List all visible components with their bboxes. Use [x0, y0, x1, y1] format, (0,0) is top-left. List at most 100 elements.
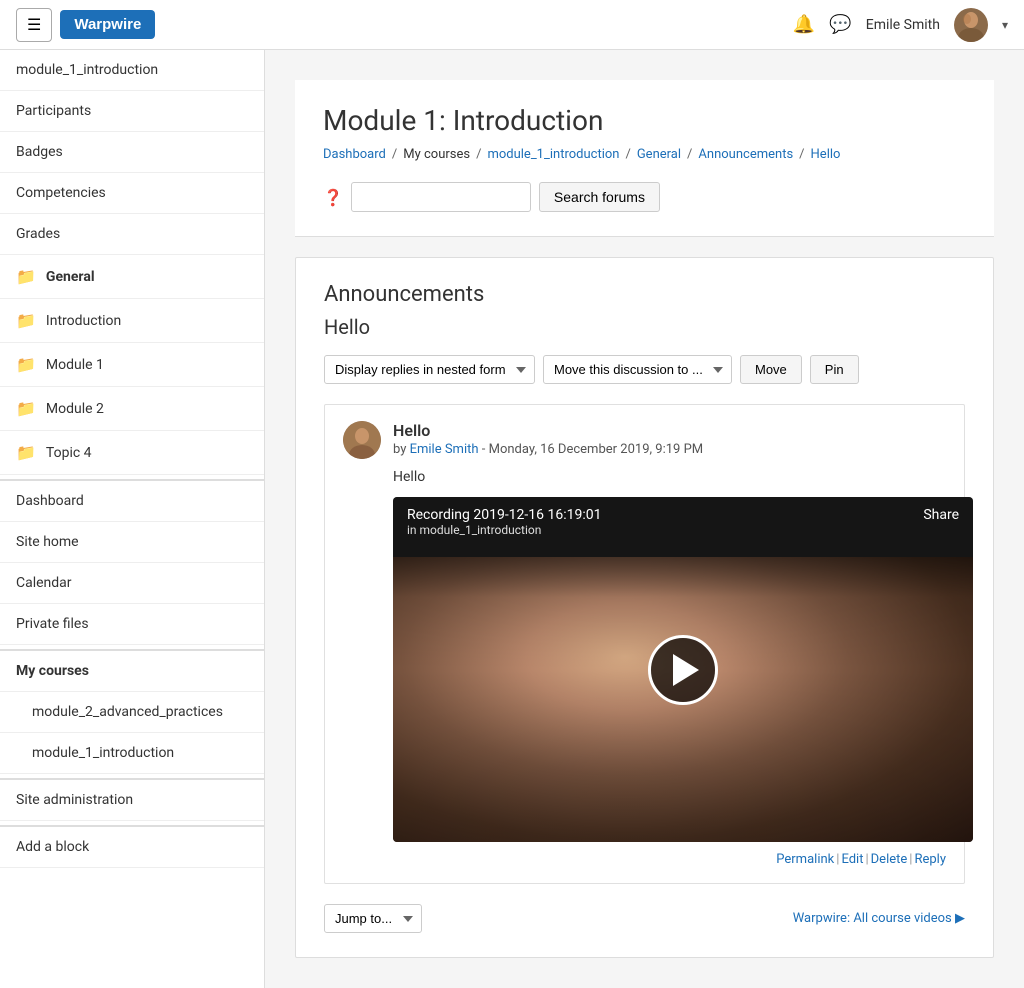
breadcrumb-general[interactable]: General	[637, 147, 681, 162]
messages-icon[interactable]: 💬	[829, 14, 851, 35]
post-content: Hello	[343, 469, 946, 485]
user-dropdown-arrow[interactable]: ▾	[1002, 18, 1008, 32]
sidebar-item-private-files[interactable]: Private files	[0, 604, 264, 645]
video-top-bar: Recording 2019-12-16 16:19:01 in module_…	[393, 497, 973, 547]
breadcrumb-hello[interactable]: Hello	[811, 147, 841, 162]
sidebar-item-label: module_2_advanced_practices	[32, 704, 223, 720]
post-date: Monday, 16 December 2019, 9:19 PM	[489, 442, 704, 457]
page-title-section: Module 1: Introduction Dashboard / My co…	[295, 80, 994, 237]
sidebar-item-grades[interactable]: Grades	[0, 214, 264, 255]
search-forums-button[interactable]: Search forums	[539, 182, 660, 212]
breadcrumb-dashboard[interactable]: Dashboard	[323, 147, 386, 162]
sidebar-item-label: module_1_introduction	[32, 745, 174, 761]
sidebar-item-label: Module 2	[46, 401, 104, 417]
controls-row: Display replies in nested formDisplay re…	[324, 355, 965, 384]
sidebar-item-label: Site administration	[16, 792, 133, 808]
sidebar-item-module-1-intro[interactable]: module_1_introduction	[0, 50, 264, 91]
jump-select[interactable]: Jump to...	[324, 904, 422, 933]
layout: module_1_introduction Participants Badge…	[0, 50, 1024, 988]
breadcrumb-sep: /	[625, 147, 630, 162]
folder-icon: 📁	[16, 399, 36, 418]
hamburger-button[interactable]: ☰	[16, 8, 52, 42]
search-help-icon[interactable]: ❓	[323, 188, 343, 207]
sidebar-item-label: Grades	[16, 226, 60, 242]
avatar[interactable]	[954, 8, 988, 42]
folder-icon: 📁	[16, 311, 36, 330]
sidebar-item-module2[interactable]: 📁 Module 2	[0, 387, 264, 431]
page-title: Module 1: Introduction	[323, 104, 966, 137]
video-share-button[interactable]: Share	[923, 507, 959, 523]
video-play-button[interactable]	[648, 635, 718, 705]
video-container[interactable]: Recording 2019-12-16 16:19:01 in module_…	[393, 497, 973, 842]
sidebar-course-1[interactable]: module_1_introduction	[0, 733, 264, 774]
navbar-left: ☰ Warpwire	[16, 8, 155, 42]
sidebar-item-competencies[interactable]: Competencies	[0, 173, 264, 214]
sidebar-item-label: Topic 4	[46, 445, 92, 461]
search-row: ❓ Search forums	[323, 178, 966, 216]
sidebar-item-badges[interactable]: Badges	[0, 132, 264, 173]
sidebar-item-label: Module 1	[46, 357, 104, 373]
navbar: ☰ Warpwire 🔔 💬 Emile Smith ▾	[0, 0, 1024, 50]
sidebar-add-block[interactable]: Add a block	[0, 827, 264, 868]
sidebar-item-label: module_1_introduction	[16, 62, 158, 78]
sidebar-item-dashboard[interactable]: Dashboard	[0, 481, 264, 522]
breadcrumb-sep: /	[799, 147, 804, 162]
sidebar-item-topic4[interactable]: 📁 Topic 4	[0, 431, 264, 475]
sidebar-item-introduction[interactable]: 📁 Introduction	[0, 299, 264, 343]
discussion-title: Hello	[324, 315, 965, 339]
move-button[interactable]: Move	[740, 355, 802, 384]
navbar-right: 🔔 💬 Emile Smith ▾	[793, 8, 1008, 42]
video-recording-sub: in module_1_introduction	[407, 523, 602, 537]
breadcrumb-sep: /	[687, 147, 692, 162]
post-author-avatar	[343, 421, 381, 459]
sidebar-course-2[interactable]: module_2_advanced_practices	[0, 692, 264, 733]
folder-icon: 📁	[16, 355, 36, 374]
post-author-link[interactable]: Emile Smith	[410, 442, 479, 457]
folder-icon: 📁	[16, 443, 36, 462]
sidebar-my-courses-heading[interactable]: My courses	[0, 651, 264, 692]
breadcrumb-module-intro[interactable]: module_1_introduction	[487, 147, 619, 162]
main-content: Module 1: Introduction Dashboard / My co…	[265, 50, 1024, 988]
user-name: Emile Smith	[866, 17, 940, 33]
sidebar-item-label: Add a block	[16, 839, 89, 855]
breadcrumb-my-courses: My courses	[403, 147, 470, 162]
video-recording-info: Recording 2019-12-16 16:19:01 in module_…	[407, 507, 602, 537]
action-sep: |	[909, 852, 912, 867]
sidebar-item-label: Badges	[16, 144, 63, 160]
sidebar-item-module1[interactable]: 📁 Module 1	[0, 343, 264, 387]
delete-link[interactable]: Delete	[871, 852, 908, 867]
search-input[interactable]	[351, 182, 531, 212]
sidebar-item-label: Competencies	[16, 185, 106, 201]
announcements-card: Announcements Hello Display replies in n…	[295, 257, 994, 958]
post-card: Hello by Emile Smith - Monday, 16 Decemb…	[324, 404, 965, 884]
move-select[interactable]: Move this discussion to ...	[543, 355, 732, 384]
sidebar-item-label: Site home	[16, 534, 79, 550]
display-select[interactable]: Display replies in nested formDisplay re…	[324, 355, 535, 384]
breadcrumb-sep: /	[476, 147, 481, 162]
brand-button[interactable]: Warpwire	[60, 10, 155, 39]
post-header: Hello by Emile Smith - Monday, 16 Decemb…	[343, 421, 946, 459]
bottom-bar: Jump to... Warpwire: All course videos ▶	[324, 904, 965, 933]
post-byline: by Emile Smith - Monday, 16 December 201…	[393, 442, 946, 457]
permalink-link[interactable]: Permalink	[776, 852, 834, 867]
folder-icon: 📁	[16, 267, 36, 286]
notifications-icon[interactable]: 🔔	[793, 14, 815, 35]
forum-section-title: Announcements	[324, 282, 965, 307]
post-subject: Hello	[393, 421, 946, 440]
sidebar-item-label: Calendar	[16, 575, 72, 591]
sidebar-item-label: General	[46, 269, 95, 285]
play-triangle-icon	[673, 654, 699, 686]
pin-button[interactable]: Pin	[810, 355, 859, 384]
sidebar-item-label: My courses	[16, 663, 89, 679]
sidebar-item-label: Private files	[16, 616, 89, 632]
warpwire-all-videos-link[interactable]: Warpwire: All course videos ▶	[793, 911, 965, 926]
sidebar-item-calendar[interactable]: Calendar	[0, 563, 264, 604]
sidebar-site-administration[interactable]: Site administration	[0, 780, 264, 821]
edit-link[interactable]: Edit	[841, 852, 863, 867]
breadcrumb: Dashboard / My courses / module_1_introd…	[323, 147, 966, 162]
breadcrumb-announcements[interactable]: Announcements	[698, 147, 793, 162]
sidebar-item-site-home[interactable]: Site home	[0, 522, 264, 563]
reply-link[interactable]: Reply	[914, 852, 946, 867]
sidebar-item-general[interactable]: 📁 General	[0, 255, 264, 299]
sidebar-item-participants[interactable]: Participants	[0, 91, 264, 132]
